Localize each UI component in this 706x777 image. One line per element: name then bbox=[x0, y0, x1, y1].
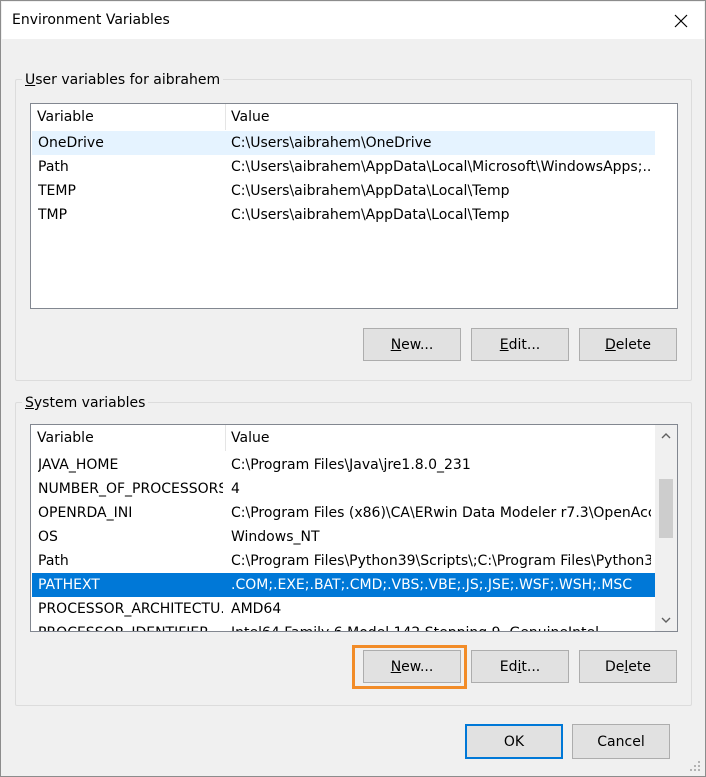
scroll-thumb[interactable] bbox=[659, 479, 673, 538]
variable-value: C:\Users\aibrahem\OneDrive bbox=[231, 135, 432, 151]
list-item[interactable]: NUMBER_OF_PROCESSORS 4 bbox=[32, 477, 655, 501]
user-delete-button[interactable]: Delete bbox=[579, 328, 677, 361]
vertical-scrollbar[interactable] bbox=[655, 425, 677, 631]
variable-name: OPENRDA_INI bbox=[38, 505, 133, 521]
ok-button[interactable]: OK bbox=[465, 724, 563, 759]
button-label: New... bbox=[390, 658, 434, 675]
close-icon bbox=[674, 14, 688, 27]
system-edit-button[interactable]: Edit... bbox=[471, 650, 569, 683]
variable-name: TMP bbox=[38, 207, 68, 223]
list-item[interactable]: TMP C:\Users\aibrahem\AppData\Local\Temp bbox=[32, 203, 655, 227]
variable-value: 4 bbox=[231, 481, 240, 497]
variable-name: PATHEXT bbox=[38, 577, 100, 593]
button-label: Edit... bbox=[499, 658, 541, 675]
variable-name: PROCESSOR_IDENTIFIER bbox=[38, 621, 223, 631]
button-label: Cancel bbox=[597, 733, 645, 750]
variable-value: C:\Program Files (x86)\CA\ERwin Data Mod… bbox=[231, 505, 651, 521]
list-item-selected[interactable]: PATHEXT .COM;.EXE;.BAT;.CMD;.VBS;.VBE;.J… bbox=[32, 573, 655, 597]
button-label: Edit... bbox=[499, 336, 541, 353]
column-header-value[interactable]: Value bbox=[225, 425, 269, 451]
column-header-variable[interactable]: Variable bbox=[31, 425, 225, 451]
user-variables-label: User variables for aibrahem bbox=[22, 71, 224, 89]
button-label: Delete bbox=[604, 658, 651, 675]
scroll-up-button[interactable] bbox=[656, 426, 676, 446]
button-label: Delete bbox=[605, 336, 651, 353]
variable-value: C:\Users\aibrahem\AppData\Local\Temp bbox=[231, 207, 510, 223]
system-delete-button[interactable]: Delete bbox=[579, 650, 677, 683]
list-item[interactable]: OS Windows_NT bbox=[32, 525, 655, 549]
environment-variables-dialog: Environment Variables User variables for… bbox=[0, 0, 706, 777]
scroll-down-icon bbox=[661, 617, 671, 623]
variable-value: Intel64 Family 6 Model 142 Stepping 9, G… bbox=[231, 621, 651, 631]
user-edit-button[interactable]: Edit... bbox=[471, 328, 569, 361]
list-item[interactable]: JAVA_HOME C:\Program Files\Java\jre1.8.0… bbox=[32, 453, 655, 477]
system-new-button[interactable]: New... bbox=[363, 650, 461, 683]
list-item[interactable]: OPENRDA_INI C:\Program Files (x86)\CA\ER… bbox=[32, 501, 655, 525]
variable-name: JAVA_HOME bbox=[38, 457, 119, 473]
button-label: OK bbox=[503, 733, 525, 750]
user-list-header: Variable Value bbox=[31, 104, 677, 130]
system-list-header: Variable Value bbox=[31, 425, 677, 451]
scroll-down-button[interactable] bbox=[656, 610, 676, 630]
variable-value: Windows_NT bbox=[231, 529, 320, 545]
list-item[interactable]: Path C:\Program Files\Python39\Scripts\;… bbox=[32, 549, 655, 573]
list-item[interactable]: OneDrive C:\Users\aibrahem\OneDrive bbox=[32, 131, 655, 155]
close-button[interactable] bbox=[658, 2, 704, 39]
title-bar: Environment Variables bbox=[2, 2, 704, 39]
button-label: New... bbox=[390, 336, 434, 353]
column-header-value[interactable]: Value bbox=[225, 104, 269, 130]
list-item[interactable]: PROCESSOR_ARCHITECTU... AMD64 bbox=[32, 597, 655, 621]
list-item[interactable]: PROCESSOR_IDENTIFIER Intel64 Family 6 Mo… bbox=[32, 621, 655, 631]
column-header-variable[interactable]: Variable bbox=[31, 104, 225, 130]
list-item[interactable]: Path C:\Users\aibrahem\AppData\Local\Mic… bbox=[32, 155, 655, 179]
variable-name: NUMBER_OF_PROCESSORS bbox=[38, 481, 223, 497]
list-item[interactable]: TEMP C:\Users\aibrahem\AppData\Local\Tem… bbox=[32, 179, 655, 203]
variable-value: .COM;.EXE;.BAT;.CMD;.VBS;.VBE;.JS;.JSE;.… bbox=[231, 577, 633, 593]
user-variables-list[interactable]: Variable Value OneDrive C:\Users\aibrahe… bbox=[30, 103, 678, 309]
cancel-button[interactable]: Cancel bbox=[572, 724, 670, 759]
variable-value: C:\Program Files\Java\jre1.8.0_231 bbox=[231, 457, 471, 473]
variable-name: PROCESSOR_ARCHITECTU... bbox=[38, 601, 223, 617]
window-title: Environment Variables bbox=[12, 12, 170, 28]
variable-value: C:\Users\aibrahem\AppData\Local\Temp bbox=[231, 183, 510, 199]
user-new-button[interactable]: New... bbox=[363, 328, 461, 361]
variable-name: Path bbox=[38, 159, 69, 175]
variable-value: C:\Users\aibrahem\AppData\Local\Microsof… bbox=[231, 159, 651, 175]
resize-grip-icon[interactable] bbox=[689, 760, 701, 772]
variable-name: OS bbox=[38, 529, 58, 545]
variable-name: OneDrive bbox=[38, 135, 104, 151]
variable-value: C:\Program Files\Python39\Scripts\;C:\Pr… bbox=[231, 553, 651, 569]
system-variables-label: System variables bbox=[22, 394, 149, 412]
variable-name: Path bbox=[38, 553, 69, 569]
variable-name: TEMP bbox=[38, 183, 76, 199]
scroll-up-icon bbox=[661, 433, 671, 439]
system-variables-list[interactable]: Variable Value JAVA_HOME C:\Program File… bbox=[30, 424, 678, 632]
variable-value: AMD64 bbox=[231, 601, 282, 617]
